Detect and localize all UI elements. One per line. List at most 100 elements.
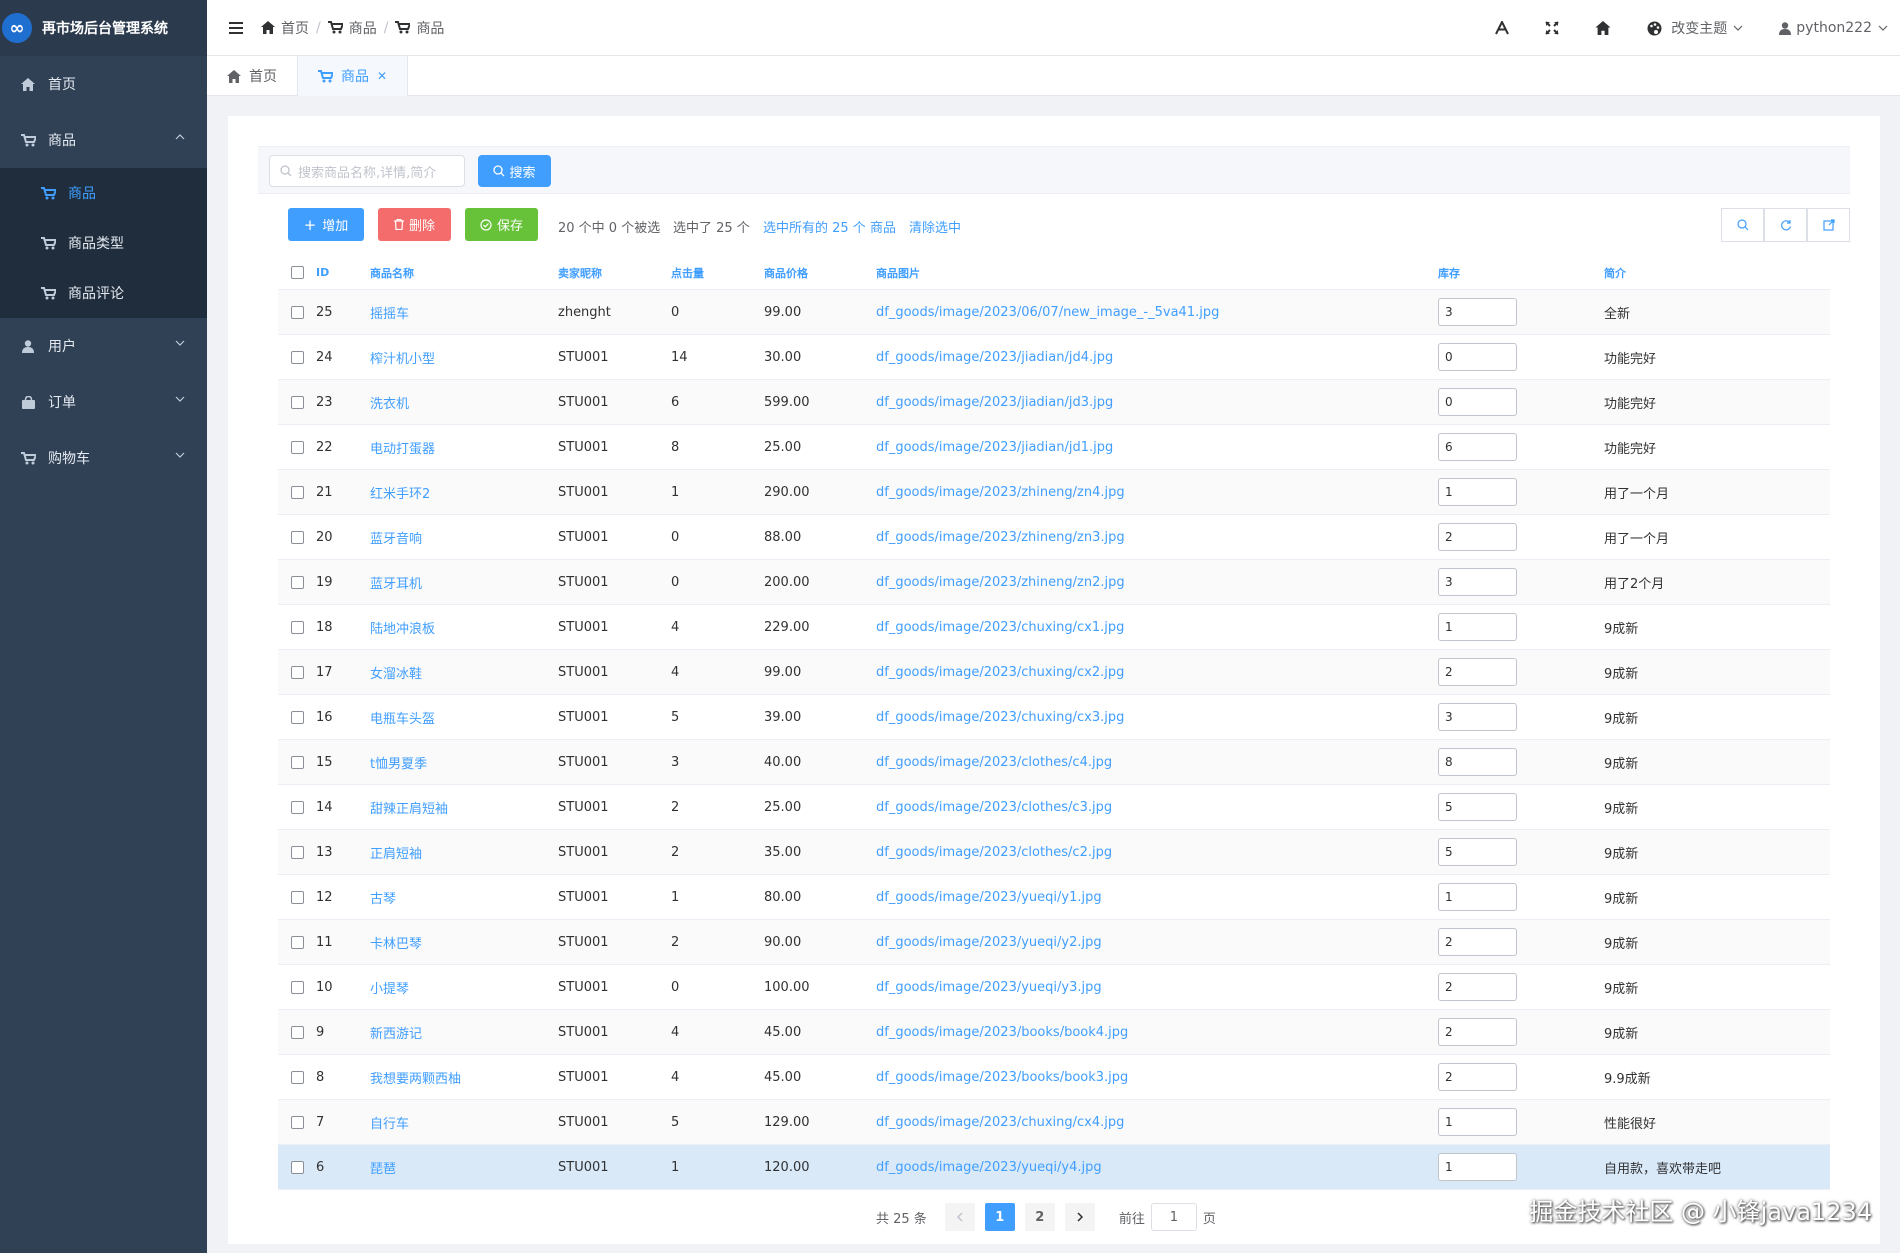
export-button[interactable] — [1807, 208, 1850, 242]
col-header-clicks[interactable]: 点击量 — [671, 265, 764, 281]
col-header-stock[interactable]: 库存 — [1438, 265, 1604, 281]
table-search-button[interactable] — [1721, 208, 1764, 242]
select-all-checkbox[interactable] — [290, 266, 304, 279]
stock-input[interactable]: 8 — [1438, 748, 1517, 776]
page-2-button[interactable]: 2 — [1024, 1203, 1055, 1231]
row-checkbox[interactable] — [290, 1115, 304, 1129]
stock-input[interactable]: 1 — [1438, 1153, 1517, 1181]
col-header-image[interactable]: 商品图片 — [876, 265, 1438, 281]
table-row[interactable]: 6 琵琶 STU001 1 120.00 df_goods/image/2023/yueq… — [278, 1145, 1830, 1190]
stock-input[interactable]: 1 — [1438, 883, 1517, 911]
row-checkbox[interactable] — [290, 1025, 304, 1039]
table-row[interactable]: 19 蓝牙耳机 STU001 0 200.00 df_goods/image/2023/z… — [278, 560, 1830, 605]
table-row[interactable]: 17 女溜冰鞋 STU001 4 99.00 df_goods/image/2023/ch… — [278, 650, 1830, 695]
sidebar-item-order[interactable]: 订单 — [0, 374, 207, 430]
cell-image-link[interactable]: df_goods/image/2023/yueqi/y4.jpg — [876, 1160, 1438, 1175]
cell-name-link[interactable]: 小提琴 — [370, 978, 558, 997]
table-row[interactable]: 16 电瓶车头盔 STU001 5 39.00 df_goods/image/2023/c… — [278, 695, 1830, 740]
page-1-button[interactable]: 1 — [984, 1203, 1015, 1231]
row-checkbox[interactable] — [290, 1070, 304, 1084]
stock-input[interactable]: 1 — [1438, 613, 1517, 641]
prev-page-button[interactable] — [944, 1203, 975, 1231]
col-header-price[interactable]: 商品价格 — [764, 265, 876, 281]
cell-image-link[interactable]: df_goods/image/2023/zhineng/zn2.jpg — [876, 575, 1438, 590]
cell-image-link[interactable]: df_goods/image/2023/jiadian/jd3.jpg — [876, 395, 1438, 410]
row-checkbox[interactable] — [290, 845, 304, 859]
row-checkbox[interactable] — [290, 980, 304, 994]
stock-input[interactable]: 0 — [1438, 388, 1517, 416]
row-checkbox[interactable] — [290, 890, 304, 904]
home-button[interactable] — [1595, 21, 1611, 35]
stock-input[interactable]: 5 — [1438, 838, 1517, 866]
row-checkbox[interactable] — [290, 305, 304, 319]
cell-name-link[interactable]: 陆地冲浪板 — [370, 618, 558, 637]
table-row[interactable]: 14 甜辣正肩短袖 STU001 2 25.00 df_goods/image/2023/… — [278, 785, 1830, 830]
table-row[interactable]: 18 陆地冲浪板 STU001 4 229.00 df_goods/image/2023/… — [278, 605, 1830, 650]
save-button[interactable]: 保存 — [465, 208, 538, 241]
cell-image-link[interactable]: df_goods/image/2023/zhineng/zn3.jpg — [876, 530, 1438, 545]
table-row[interactable]: 12 古琴 STU001 1 80.00 df_goods/image/2023/yueq… — [278, 875, 1830, 920]
hamburger-icon[interactable] — [229, 21, 245, 35]
stock-input[interactable]: 2 — [1438, 1018, 1517, 1046]
cell-image-link[interactable]: df_goods/image/2023/clothes/c3.jpg — [876, 800, 1438, 815]
cell-image-link[interactable]: df_goods/image/2023/06/07/new_image_-_5v… — [876, 305, 1438, 320]
sidebar-subitem-goods-review[interactable]: 商品评论 — [0, 268, 207, 318]
stock-input[interactable]: 0 — [1438, 343, 1517, 371]
cell-name-link[interactable]: 古琴 — [370, 888, 558, 907]
row-checkbox[interactable] — [290, 710, 304, 724]
breadcrumb-item-goods[interactable]: 商品 — [349, 18, 377, 38]
search-input[interactable]: 搜索商品名称,详情,简介 — [269, 155, 465, 187]
cell-image-link[interactable]: df_goods/image/2023/books/book3.jpg — [876, 1070, 1438, 1085]
cell-image-link[interactable]: df_goods/image/2023/yueqi/y1.jpg — [876, 890, 1438, 905]
table-row[interactable]: 8 我想要两颗西柚 STU001 4 45.00 df_goods/image/2023/… — [278, 1055, 1830, 1100]
cell-name-link[interactable]: 正肩短袖 — [370, 843, 558, 862]
cell-name-link[interactable]: 蓝牙音响 — [370, 528, 558, 547]
delete-button[interactable]: 删除 — [378, 208, 451, 241]
add-button[interactable]: + 增加 — [288, 208, 364, 241]
cell-name-link[interactable]: 自行车 — [370, 1113, 558, 1132]
sidebar-item-cart[interactable]: 购物车 — [0, 430, 207, 486]
cell-name-link[interactable]: 琵琶 — [370, 1158, 558, 1177]
cell-name-link[interactable]: 摇摇车 — [370, 303, 558, 322]
table-row[interactable]: 11 卡林巴琴 STU001 2 90.00 df_goods/image/2023/yu… — [278, 920, 1830, 965]
cell-image-link[interactable]: df_goods/image/2023/chuxing/cx3.jpg — [876, 710, 1438, 725]
col-header-name[interactable]: 商品名称 — [370, 265, 558, 281]
sidebar-subitem-goods[interactable]: 商品 — [0, 168, 207, 218]
table-row[interactable]: 15 t恤男夏季 STU001 3 40.00 df_goods/image/2023/c… — [278, 740, 1830, 785]
stock-input[interactable]: 2 — [1438, 523, 1517, 551]
cell-image-link[interactable]: df_goods/image/2023/yueqi/y3.jpg — [876, 980, 1438, 995]
stock-input[interactable]: 2 — [1438, 1063, 1517, 1091]
goto-page-input[interactable]: 1 — [1150, 1203, 1197, 1231]
cell-image-link[interactable]: df_goods/image/2023/jiadian/jd4.jpg — [876, 350, 1438, 365]
table-row[interactable]: 21 红米手环2 STU001 1 290.00 df_goods/image/2023/… — [278, 470, 1830, 515]
table-row[interactable]: 13 正肩短袖 STU001 2 35.00 df_goods/image/2023/cl… — [278, 830, 1830, 875]
stock-input[interactable]: 5 — [1438, 793, 1517, 821]
tab-goods[interactable]: 商品 ✕ — [298, 56, 409, 96]
stock-input[interactable]: 3 — [1438, 568, 1517, 596]
table-row[interactable]: 7 自行车 STU001 5 129.00 df_goods/image/2023/chu… — [278, 1100, 1830, 1145]
row-checkbox[interactable] — [290, 755, 304, 769]
row-checkbox[interactable] — [290, 575, 304, 589]
breadcrumb-item-home[interactable]: 首页 — [281, 18, 309, 38]
fullscreen-button[interactable] — [1545, 21, 1560, 35]
table-row[interactable]: 9 新西游记 STU001 4 45.00 df_goods/image/2023/boo… — [278, 1010, 1830, 1055]
cell-name-link[interactable]: t恤男夏季 — [370, 753, 558, 772]
cell-image-link[interactable]: df_goods/image/2023/zhineng/zn4.jpg — [876, 485, 1438, 500]
search-button[interactable]: 搜索 — [478, 155, 551, 187]
cell-name-link[interactable]: 洗衣机 — [370, 393, 558, 412]
row-checkbox[interactable] — [290, 665, 304, 679]
row-checkbox[interactable] — [290, 395, 304, 409]
stock-input[interactable]: 2 — [1438, 928, 1517, 956]
close-icon[interactable]: ✕ — [377, 69, 387, 83]
row-checkbox[interactable] — [290, 1160, 304, 1174]
cell-image-link[interactable]: df_goods/image/2023/chuxing/cx2.jpg — [876, 665, 1438, 680]
col-header-seller[interactable]: 卖家昵称 — [558, 265, 671, 281]
cell-name-link[interactable]: 电瓶车头盔 — [370, 708, 558, 727]
stock-input[interactable]: 2 — [1438, 973, 1517, 1001]
cell-image-link[interactable]: df_goods/image/2023/chuxing/cx4.jpg — [876, 1115, 1438, 1130]
row-checkbox[interactable] — [290, 620, 304, 634]
clear-selection-link[interactable]: 清除选中 — [909, 217, 961, 236]
font-size-button[interactable] — [1495, 21, 1510, 35]
cell-image-link[interactable]: df_goods/image/2023/jiadian/jd1.jpg — [876, 440, 1438, 455]
stock-input[interactable]: 1 — [1438, 1108, 1517, 1136]
